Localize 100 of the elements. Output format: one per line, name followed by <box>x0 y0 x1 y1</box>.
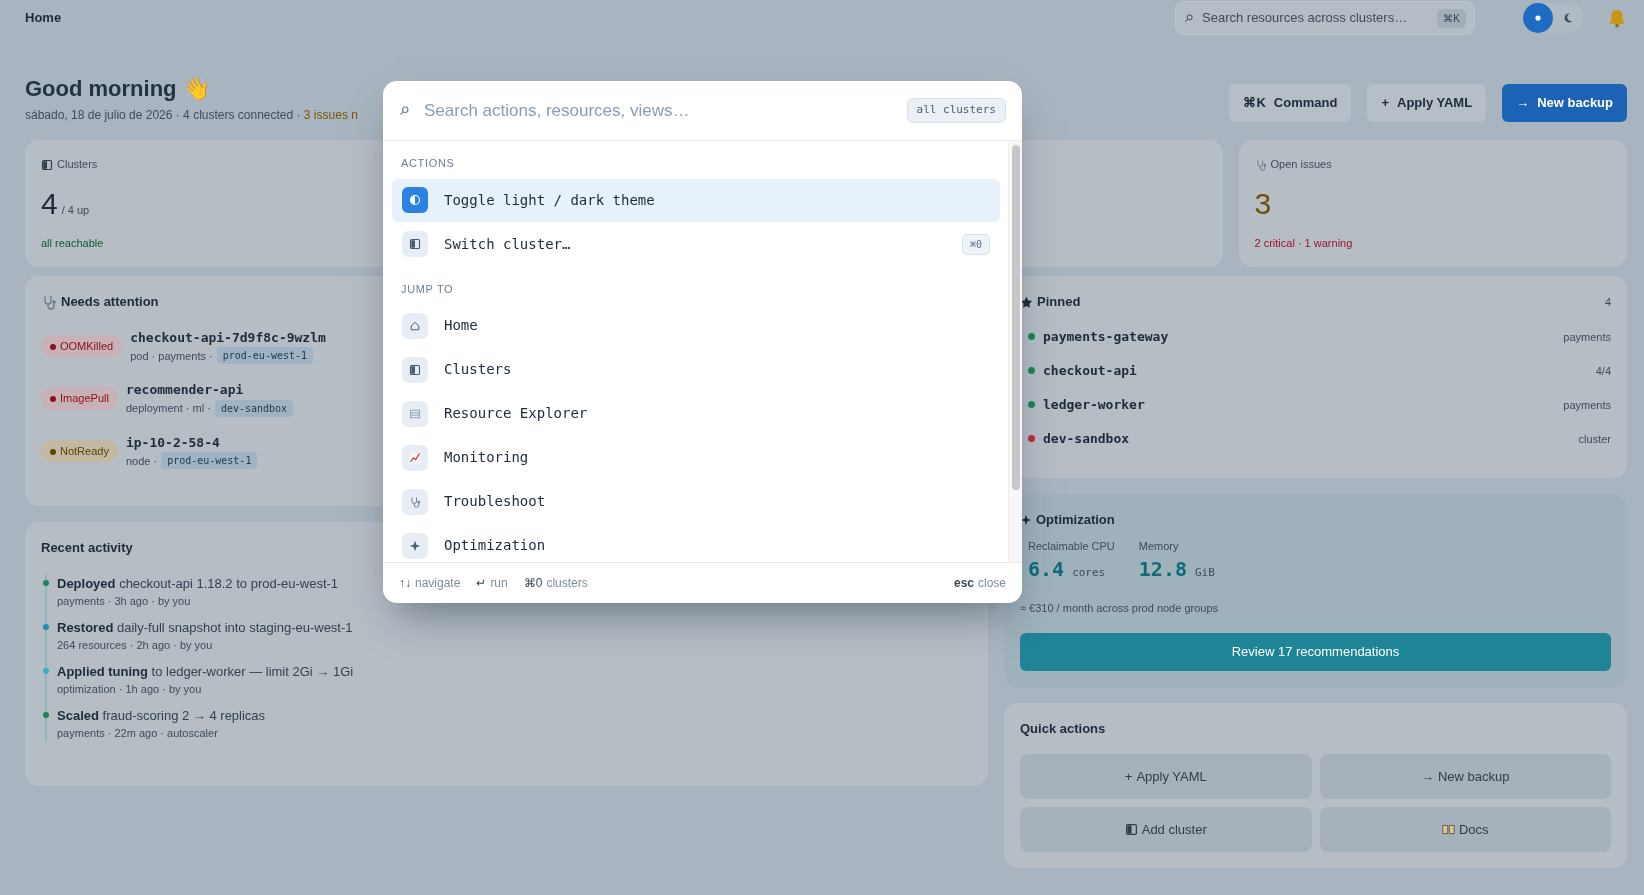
stethoscope-icon <box>402 488 428 515</box>
resource-meta: pod · payments · <box>130 348 213 364</box>
card-title: Needs attention <box>61 293 159 312</box>
activity-text: Scaled fraud-scoring 2 → 4 replicas <box>57 706 266 725</box>
shortcut-hint: ⌘0 <box>961 233 990 255</box>
sparkle-icon <box>1020 514 1032 527</box>
pinned-name[interactable]: checkout-api <box>1043 361 1588 381</box>
palette-item[interactable]: Monitoring <box>392 436 1000 479</box>
card-title: Pinned <box>1037 293 1082 312</box>
theme-toggle[interactable] <box>1523 3 1583 33</box>
stat-note: all reachable <box>41 235 105 251</box>
cluster-tag: prod-eu-west-1 <box>216 347 314 365</box>
stethoscope-icon <box>41 294 57 311</box>
action-button[interactable]: → New backup <box>1502 84 1627 122</box>
sparkle-icon <box>402 532 428 559</box>
book-icon <box>1441 823 1455 837</box>
pinned-tag: payments <box>1563 396 1611 414</box>
quick-action-button[interactable]: Docs <box>1319 807 1611 853</box>
quick-action-button[interactable]: → New backup <box>1319 754 1611 800</box>
palette-item[interactable]: Troubleshoot <box>392 480 1000 523</box>
panel-icon <box>41 158 53 171</box>
card-title: Quick actions <box>1020 719 1106 738</box>
panel-icon <box>402 231 428 257</box>
activity-meta: optimization · 1h ago · by you <box>57 682 203 698</box>
search-icon <box>1184 13 1194 23</box>
activity-meta: payments · 22m ago · autoscaler <box>57 726 219 742</box>
status-badge: ImagePull <box>41 387 118 410</box>
pinned-tag: payments <box>1563 328 1611 346</box>
metric-label: Memory <box>1138 538 1180 554</box>
palette-item[interactable]: Switch cluster… ⌘0 <box>392 222 1000 266</box>
key-hint: ⌘0 clusters <box>523 575 588 592</box>
status-badge: OOMKilled <box>41 334 123 358</box>
action-button[interactable]: + Apply YAML <box>1367 84 1487 122</box>
breadcrumb-item[interactable]: Home <box>25 8 62 28</box>
resource-name[interactable]: recommender-api <box>125 380 294 400</box>
activity-text: Restored daily-full snapshot into staging-eu-west-1 <box>57 618 353 637</box>
search-field[interactable]: Search resources across clusters… ⌘K <box>1175 1 1475 35</box>
palette-item[interactable]: Resource Explorer <box>392 392 1000 435</box>
theme-option[interactable] <box>1523 3 1553 33</box>
quick-action-button[interactable]: Add cluster <box>1020 807 1312 853</box>
resource-meta: node · <box>125 453 158 469</box>
panel-icon <box>402 356 428 383</box>
stat-note: 2 critical · 1 warning <box>1254 235 1354 251</box>
star-icon <box>1020 295 1033 309</box>
search-placeholder: Search resources across clusters… <box>1202 9 1409 28</box>
stat-suffix: / 4 up <box>61 202 90 218</box>
pinned-name[interactable]: payments-gateway <box>1043 327 1556 347</box>
metric-value: 12.8 <box>1138 556 1187 584</box>
quick-action-button[interactable]: + Apply YAML <box>1020 754 1312 800</box>
page-title: Good morning 👋 <box>25 76 210 103</box>
contrast-icon <box>402 187 428 213</box>
card-title: Recent activity <box>41 539 133 558</box>
pinned-count: 4 <box>1604 294 1611 310</box>
palette-item[interactable]: Home <box>392 304 1000 347</box>
panel-icon <box>1124 823 1138 837</box>
resource-name[interactable]: ip-10-2-58-4 <box>125 432 258 453</box>
resource-meta: deployment · ml · <box>125 401 211 417</box>
stat-label: Open issues <box>1270 157 1332 173</box>
list-icon <box>402 400 428 427</box>
pinned-tag: 4/4 <box>1595 362 1611 380</box>
status-badge: NotReady <box>41 439 118 463</box>
key-hint: ↵ run <box>476 575 508 592</box>
activity-text: Deployed checkout-api 1.18.2 to prod-eu-west-1 <box>57 574 339 593</box>
section-heading: JUMP TO <box>400 281 455 297</box>
page-subtitle: sábado, 18 de julio de 2026 · 4 clusters connected · 3 issues n <box>25 107 358 125</box>
pinned-name[interactable]: ledger-worker <box>1043 395 1556 415</box>
stat-value: 3 <box>1254 188 1272 219</box>
key-hint: ↑↓ navigate <box>399 575 461 592</box>
close-hint[interactable]: esc close <box>953 574 1006 592</box>
cluster-tag: prod-eu-west-1 <box>161 452 258 470</box>
house-icon <box>402 312 428 339</box>
pinned-tag: cluster <box>1578 430 1611 448</box>
search-input[interactable]: Search actions, resources, views… <box>422 96 899 125</box>
palette-item[interactable]: Clusters <box>392 348 1000 391</box>
palette-item[interactable]: Optimization <box>392 524 1000 562</box>
activity-meta: payments · 3h ago · by you <box>57 594 192 610</box>
stethoscope-icon <box>1254 158 1267 171</box>
savings-note: ≈ €310 / month across prod node groups <box>1020 601 1220 617</box>
stat-value: 4 <box>41 188 58 219</box>
metric-unit: cores <box>1072 565 1106 582</box>
palette-item[interactable]: Toggle light / dark theme <box>392 178 1000 222</box>
metric-label: Reclaimable CPU <box>1028 538 1115 554</box>
resource-name[interactable]: checkout-api-7d9f8c-9wzlm <box>130 327 326 348</box>
metric-unit: GiB <box>1195 565 1215 582</box>
activity-text: Applied tuning to ledger-worker — limit 2Gi → 1Gi <box>57 662 354 681</box>
activity-meta: 264 resources · 2h ago · by you <box>57 638 214 654</box>
stat-label: Clusters <box>57 157 98 173</box>
cluster-tag: dev-sandbox <box>214 399 294 417</box>
action-button[interactable]: ⌘K Command <box>1229 84 1352 122</box>
review-button[interactable]: Review 17 recommendations <box>1020 632 1611 671</box>
search-icon <box>399 105 410 116</box>
section-heading: ACTIONS <box>400 156 456 171</box>
shortcut-hint: ⌘K <box>1437 8 1466 28</box>
pinned-name[interactable]: dev-sandbox <box>1043 429 1571 449</box>
scrollbar[interactable] <box>1012 145 1020 490</box>
metric-value: 6.4 <box>1028 556 1065 584</box>
scope-badge[interactable]: all clusters <box>906 98 1006 123</box>
bell-icon <box>1607 8 1627 28</box>
card-title: Optimization <box>1036 511 1115 530</box>
chart-icon <box>402 444 428 471</box>
